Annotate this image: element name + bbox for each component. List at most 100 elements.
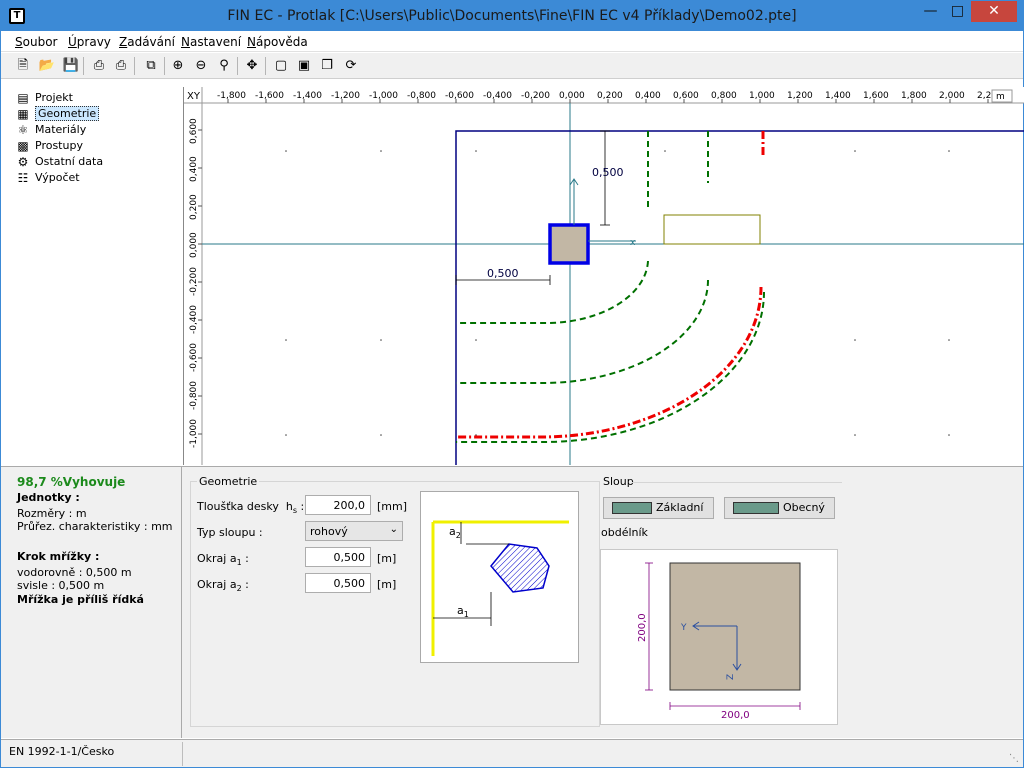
sketch-a1-label: a1: [457, 604, 469, 619]
y-ruler-label: 0,600: [189, 118, 199, 144]
calculation-icon: ☷: [17, 171, 29, 185]
column-height-label: 200,0: [637, 613, 648, 642]
tree-item-other-data[interactable]: ⚙ Ostatní data: [15, 154, 103, 170]
x-ruler-label: 0,800: [711, 91, 737, 101]
menu-edit[interactable]: Úpravy: [68, 35, 111, 49]
navigation-tree: ▤ Projekt ▦ Geometrie ⚛ Materiály ▩ Pros…: [1, 87, 182, 465]
x-ruler-label: -0,800: [407, 91, 436, 101]
zoom-out-icon[interactable]: ⊖: [191, 56, 211, 76]
tree-item-calculation[interactable]: ☷ Výpočet: [15, 170, 80, 186]
new-file-icon[interactable]: 🗎: [13, 56, 33, 76]
title-bar: T FIN EC - Protlak [C:\Users\Public\Docu…: [1, 1, 1023, 31]
column-rect: [548, 223, 590, 265]
tree-item-materials[interactable]: ⚛ Materiály: [15, 122, 87, 138]
tree-item-openings[interactable]: ▩ Prostupy: [15, 138, 83, 154]
status-divider: [182, 742, 183, 766]
y-ruler-label: -1,000: [189, 419, 199, 448]
toolbar-separator: [265, 57, 266, 75]
edge-a1-input[interactable]: 0,500: [305, 547, 371, 567]
grid-warning: Mřížka je příliš řídká: [17, 593, 144, 606]
resize-grip-icon[interactable]: ⋱: [1009, 753, 1019, 764]
info-panel: 98,7 %Vyhovuje Jednotky : Rozměry : m Pr…: [1, 466, 182, 738]
print-preview-icon[interactable]: ⎙: [111, 56, 131, 76]
x-ruler-label: 1,800: [901, 91, 927, 101]
chevron-down-icon: ⌄: [389, 524, 398, 535]
tree-item-label: Materiály: [35, 123, 87, 136]
project-icon: ▤: [17, 91, 29, 105]
y-ruler-label: 0,400: [189, 156, 199, 182]
toolbar-separator: [164, 57, 165, 75]
standard-status: EN 1992-1-1/Česko: [9, 745, 115, 758]
edge-a2-label: Okraj a2 :: [197, 578, 249, 594]
thickness-label: Tloušťka desky hs :: [197, 500, 305, 516]
ruler-corner: XY: [187, 91, 201, 102]
drawing-svg: XY -1,800 -1,600 -1,400 -1,200 -1,000 -0,800-…: [184, 87, 1024, 465]
window-title: FIN EC - Protlak [C:\Users\Public\Docume…: [227, 8, 797, 24]
minimize-icon[interactable]: —: [917, 1, 944, 22]
status-bar: EN 1992-1-1/Česko ⋱: [1, 739, 1023, 767]
x-ruler-label: 1,600: [863, 91, 889, 101]
openings-icon: ▩: [17, 139, 29, 153]
app-window: T FIN EC - Protlak [C:\Users\Public\Docu…: [0, 0, 1024, 768]
x-ruler-label: -1,800: [217, 91, 246, 101]
copy-icon[interactable]: ⧉: [141, 56, 161, 76]
column-section-preview: 200,0 200,0 Y Z: [600, 549, 838, 725]
column-basic-button[interactable]: Základní: [603, 497, 714, 519]
slab-edge: [455, 130, 1024, 465]
x-ruler-label: 0,600: [673, 91, 699, 101]
dimension-a2: 0,500: [592, 130, 624, 226]
grid-horizontal: vodorovně : 0,500 m: [17, 566, 132, 579]
tree-item-label: Ostatní data: [35, 155, 104, 168]
control-perimeter-3: [456, 291, 765, 443]
zoom-extents-icon[interactable]: ▢: [271, 56, 291, 76]
x-ruler-label: 1,200: [787, 91, 813, 101]
restore-view-icon[interactable]: ⟳: [341, 56, 361, 76]
tree-item-label: Projekt: [35, 91, 73, 104]
print-icon[interactable]: ⎙: [89, 56, 109, 76]
menu-help[interactable]: Nápověda: [247, 35, 308, 49]
open-file-icon[interactable]: 📂: [37, 56, 57, 76]
ruler-unit: m: [996, 92, 1005, 102]
column-type-label: Typ sloupu :: [197, 526, 263, 539]
menu-input[interactable]: Zadávání: [119, 35, 175, 49]
tree-item-label: Prostupy: [35, 139, 83, 152]
tree-item-label: Geometrie: [35, 106, 100, 121]
maximize-icon[interactable]: □: [944, 1, 971, 22]
close-icon[interactable]: ✕: [971, 1, 1017, 22]
column-general-button[interactable]: Obecný: [724, 497, 835, 519]
tree-item-project[interactable]: ▤ Projekt: [15, 90, 73, 106]
check-result: 98,7 %Vyhovuje: [17, 475, 126, 489]
column-title-rule: [632, 482, 842, 483]
x-ruler-label: 0,200: [597, 91, 623, 101]
x-ruler-label: 1,400: [825, 91, 851, 101]
zoom-window-icon[interactable]: ⚲: [214, 56, 234, 76]
y-ruler-label: -0,800: [189, 381, 199, 410]
dim-a1-label: 0,500: [487, 267, 519, 280]
menu-settings[interactable]: Nastavení: [181, 35, 241, 49]
zoom-in-icon[interactable]: ⊕: [168, 56, 188, 76]
x-ruler-label: -0,200: [521, 91, 550, 101]
opening-rect: [663, 214, 761, 245]
column-shape: [490, 543, 550, 593]
tree-item-geometry[interactable]: ▦ Geometrie: [15, 106, 100, 122]
materials-icon: ⚛: [17, 123, 29, 137]
grid-points: [285, 150, 950, 436]
x-ruler-label: 2,000: [939, 91, 965, 101]
full-view-icon[interactable]: ❐: [317, 56, 337, 76]
x-ruler-label: -0,600: [445, 91, 474, 101]
x-ruler-label: 0,000: [559, 91, 585, 101]
menu-file[interactable]: Soubor: [15, 35, 57, 49]
input-panel: Geometrie Tloušťka desky hs : 200,0 [mm]…: [182, 466, 1023, 738]
column-type-select[interactable]: rohový ⌄: [305, 521, 403, 541]
units-dimensions: Rozměry : m: [17, 507, 87, 520]
axis-z-label: Z: [726, 674, 736, 680]
drawing-canvas[interactable]: XY -1,800 -1,600 -1,400 -1,200 -1,000 -0,800-…: [183, 87, 1024, 465]
pan-icon[interactable]: ✥: [242, 56, 262, 76]
grid-title: Krok mřížky :: [17, 550, 100, 563]
edge-a2-input[interactable]: 0,500: [305, 573, 371, 593]
zoom-fit-icon[interactable]: ▣: [294, 56, 314, 76]
save-icon[interactable]: 💾: [61, 56, 81, 76]
tree-item-label: Výpočet: [35, 171, 80, 184]
svg-text:x: x: [630, 238, 636, 248]
thickness-input[interactable]: 200,0: [305, 495, 371, 515]
